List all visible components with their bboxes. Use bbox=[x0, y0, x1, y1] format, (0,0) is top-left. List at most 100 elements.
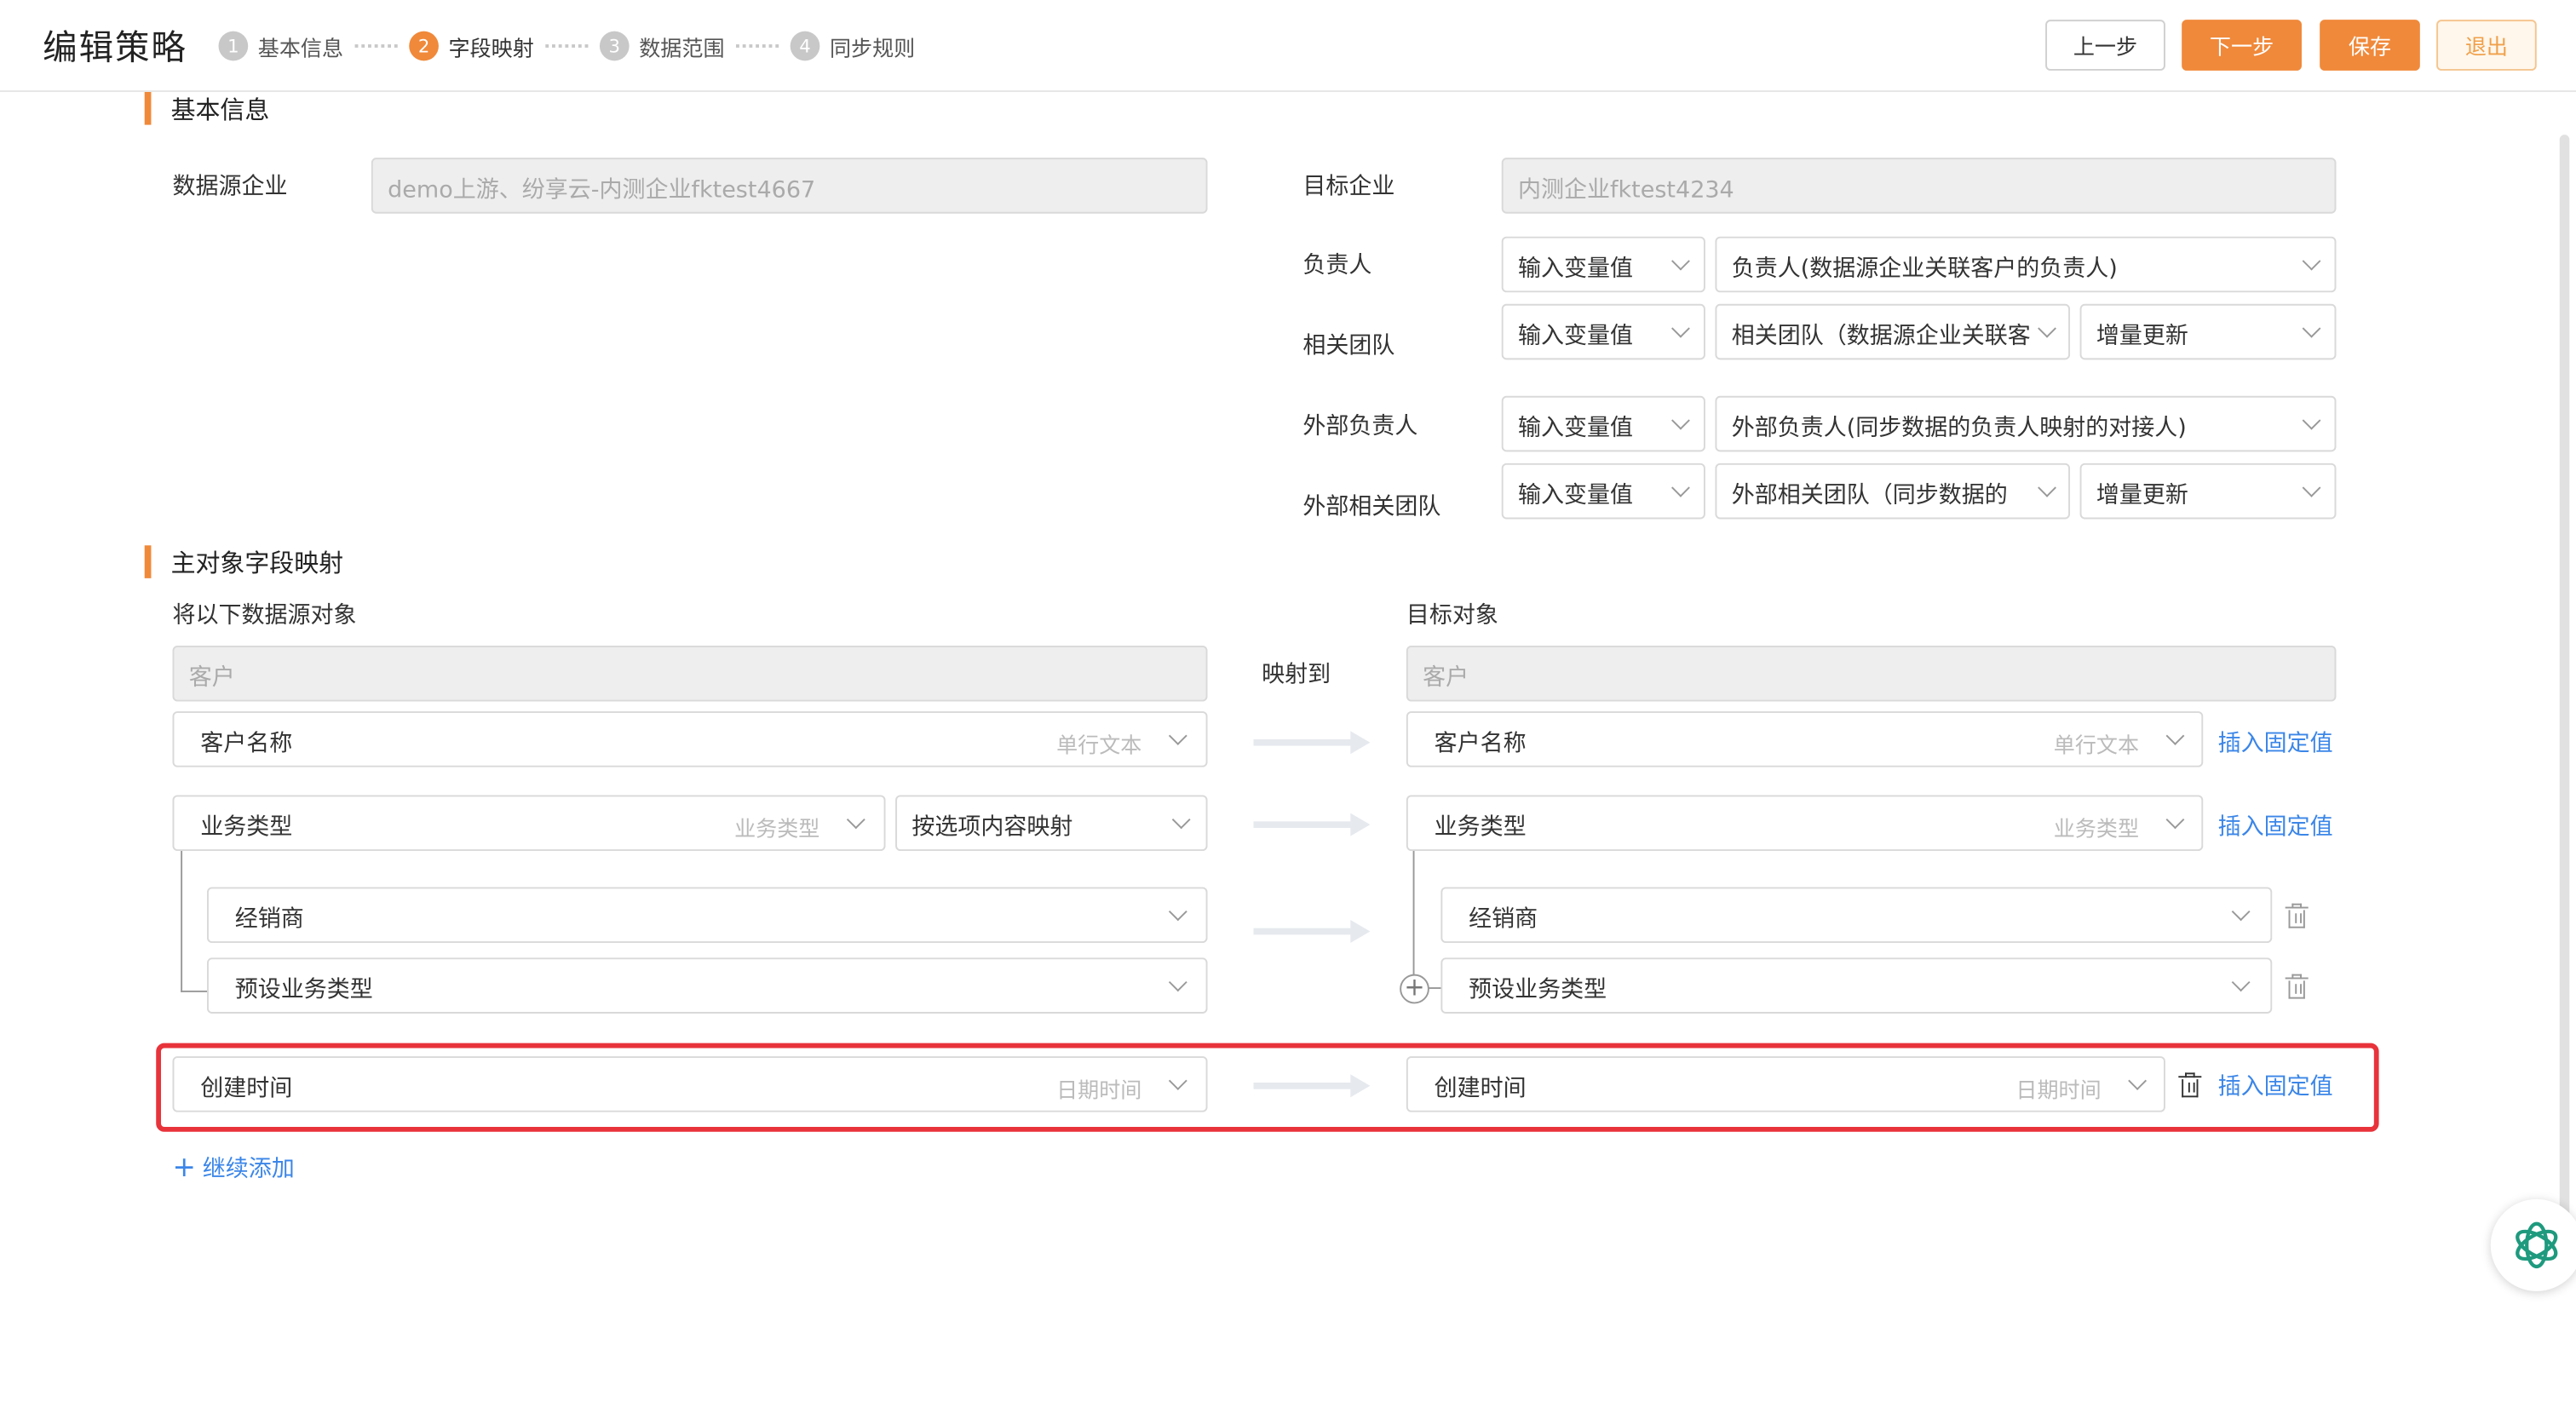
target-field-value: 业务类型 bbox=[1434, 814, 1527, 842]
owner-mode-select[interactable]: 输入变量值 bbox=[1501, 236, 1705, 293]
chevron-down-icon bbox=[2302, 411, 2321, 430]
team-value: 相关团队（数据源企业关联客 bbox=[1731, 323, 2031, 350]
chevron-down-icon bbox=[2128, 1072, 2148, 1090]
chevron-down-icon bbox=[846, 810, 865, 830]
owner-label: 负责人 bbox=[1302, 253, 1372, 279]
scrollbar[interactable] bbox=[2559, 135, 2570, 1252]
target-field-select[interactable]: 业务类型 业务类型 bbox=[1406, 795, 2204, 852]
source-field-type: 日期时间 bbox=[1056, 1079, 1142, 1105]
chevron-down-icon bbox=[2165, 727, 2185, 745]
ext-team-mode-select[interactable]: 输入变量值 bbox=[1501, 463, 1705, 520]
target-field-type: 日期时间 bbox=[2015, 1079, 2102, 1105]
source-option-select[interactable]: 经销商 bbox=[207, 887, 1208, 944]
ext-team-update-value: 增量更新 bbox=[2096, 483, 2188, 509]
chevron-down-icon bbox=[1171, 810, 1191, 830]
page-canvas: 编辑策略 1 基本信息 2 字段映射 3 数据范围 4 同步规则 上一步 下一步… bbox=[0, 0, 2576, 1402]
step-field-mapping[interactable]: 2 字段映射 bbox=[409, 30, 534, 63]
step-data-range[interactable]: 3 数据范围 bbox=[599, 30, 725, 63]
trash-body bbox=[2182, 1079, 2199, 1098]
team-mode-select[interactable]: 输入变量值 bbox=[1501, 303, 1705, 360]
source-field-value: 业务类型 bbox=[200, 814, 293, 842]
source-company-label: 数据源企业 bbox=[172, 174, 288, 201]
target-option-select[interactable]: 经销商 bbox=[1440, 887, 2273, 944]
step-divider bbox=[736, 44, 779, 48]
insert-fixed-value-link[interactable]: 插入固定值 bbox=[2218, 1070, 2333, 1103]
trash-lid bbox=[2178, 1076, 2202, 1078]
prev-step-button[interactable]: 上一步 bbox=[2045, 20, 2165, 71]
source-option-value: 预设业务类型 bbox=[234, 977, 373, 1004]
step-number: 4 bbox=[790, 31, 820, 61]
save-button[interactable]: 保存 bbox=[2320, 20, 2420, 71]
delete-icon[interactable] bbox=[2285, 974, 2309, 1001]
ai-assistant-button[interactable] bbox=[2490, 1198, 2576, 1291]
source-company-field: demo上游、纷享云-内测企业fktest4667 bbox=[371, 158, 1208, 214]
ext-team-mode-value: 输入变量值 bbox=[1518, 483, 1634, 509]
delete-icon[interactable] bbox=[2285, 903, 2309, 930]
trash-lid bbox=[2285, 977, 2309, 980]
owner-value-select[interactable]: 负责人(数据源企业关联客户的负责人) bbox=[1715, 236, 2337, 293]
chevron-down-icon bbox=[2302, 478, 2321, 497]
section-accent-bar bbox=[144, 92, 152, 125]
ext-owner-value: 外部负责人(同步数据的负责人映射的对接人) bbox=[1731, 415, 2187, 442]
source-field-type: 业务类型 bbox=[734, 818, 820, 843]
step-basic-info[interactable]: 1 基本信息 bbox=[218, 30, 343, 63]
chevron-down-icon bbox=[2231, 902, 2251, 922]
delete-icon[interactable] bbox=[2178, 1072, 2202, 1099]
insert-fixed-value-link[interactable]: 插入固定值 bbox=[2218, 810, 2333, 843]
section-title-field-mapping: 主对象字段映射 bbox=[170, 549, 344, 578]
option-bracket bbox=[181, 851, 208, 992]
ext-team-value-select[interactable]: 外部相关团队（同步数据的 bbox=[1715, 463, 2071, 520]
chevron-down-icon bbox=[2038, 319, 2056, 338]
target-object-value: 客户 bbox=[1423, 665, 1469, 692]
target-company-value: 内测企业fktest4234 bbox=[1518, 177, 1734, 204]
source-field-value: 创建时间 bbox=[200, 1076, 293, 1103]
step-number: 3 bbox=[599, 31, 630, 61]
source-field-select[interactable]: 业务类型 业务类型 bbox=[172, 795, 886, 852]
chevron-down-icon bbox=[2038, 478, 2056, 497]
source-field-select[interactable]: 创建时间 日期时间 bbox=[172, 1056, 1208, 1112]
source-option-select[interactable]: 预设业务类型 bbox=[207, 957, 1208, 1014]
ext-team-update-select[interactable]: 增量更新 bbox=[2079, 463, 2337, 520]
source-company-value: demo上游、纷享云-内测企业fktest4667 bbox=[388, 177, 816, 204]
target-object-field: 客户 bbox=[1406, 645, 2337, 702]
add-more-button[interactable]: + 继续添加 bbox=[173, 1152, 295, 1185]
source-field-type: 单行文本 bbox=[1056, 734, 1142, 760]
target-field-value: 创建时间 bbox=[1434, 1076, 1527, 1103]
team-update-select[interactable]: 增量更新 bbox=[2079, 303, 2337, 360]
trash-body bbox=[2288, 980, 2305, 999]
source-object-field: 客户 bbox=[172, 645, 1208, 702]
ext-owner-mode-select[interactable]: 输入变量值 bbox=[1501, 395, 1705, 452]
chevron-down-icon bbox=[1168, 902, 1187, 922]
next-step-button[interactable]: 下一步 bbox=[2182, 20, 2302, 71]
target-option-select[interactable]: 预设业务类型 bbox=[1440, 957, 2273, 1014]
chevron-down-icon bbox=[2165, 810, 2185, 830]
top-header: 编辑策略 1 基本信息 2 字段映射 3 数据范围 4 同步规则 上一步 下一步… bbox=[0, 0, 2576, 93]
step-label: 数据范围 bbox=[639, 37, 725, 62]
target-field-select[interactable]: 客户名称 单行文本 bbox=[1406, 711, 2204, 767]
mapping-mode-select[interactable]: 按选项内容映射 bbox=[895, 795, 1208, 852]
step-sync-rules[interactable]: 4 同步规则 bbox=[790, 30, 916, 63]
arrow-right-icon bbox=[1253, 1074, 1371, 1098]
target-field-select[interactable]: 创建时间 日期时间 bbox=[1406, 1056, 2165, 1112]
team-value-select[interactable]: 相关团队（数据源企业关联客 bbox=[1715, 303, 2071, 360]
map-to-label: 映射到 bbox=[1262, 662, 1331, 689]
owner-mode-value: 输入变量值 bbox=[1518, 256, 1634, 283]
chevron-down-icon bbox=[1671, 251, 1690, 271]
ext-team-value: 外部相关团队（同步数据的 bbox=[1731, 483, 2008, 509]
target-field-type: 业务类型 bbox=[2053, 818, 2140, 843]
step-divider bbox=[354, 44, 398, 48]
ext-owner-value-select[interactable]: 外部负责人(同步数据的负责人映射的对接人) bbox=[1715, 395, 2337, 452]
insert-fixed-value-link[interactable]: 插入固定值 bbox=[2218, 726, 2333, 759]
chevron-down-icon bbox=[1671, 319, 1690, 338]
add-option-icon[interactable]: + bbox=[1400, 974, 1429, 1004]
team-mode-value: 输入变量值 bbox=[1518, 323, 1634, 350]
arrow-right-icon bbox=[1253, 920, 1371, 944]
source-option-value: 经销商 bbox=[234, 906, 304, 934]
step-label: 同步规则 bbox=[829, 37, 916, 62]
target-company-field: 内测企业fktest4234 bbox=[1501, 158, 2337, 214]
step-number: 2 bbox=[409, 31, 439, 61]
target-option-value: 经销商 bbox=[1469, 906, 1538, 934]
exit-button[interactable]: 退出 bbox=[2436, 20, 2537, 71]
ext-owner-label: 外部负责人 bbox=[1302, 414, 1418, 440]
source-field-select[interactable]: 客户名称 单行文本 bbox=[172, 711, 1208, 767]
